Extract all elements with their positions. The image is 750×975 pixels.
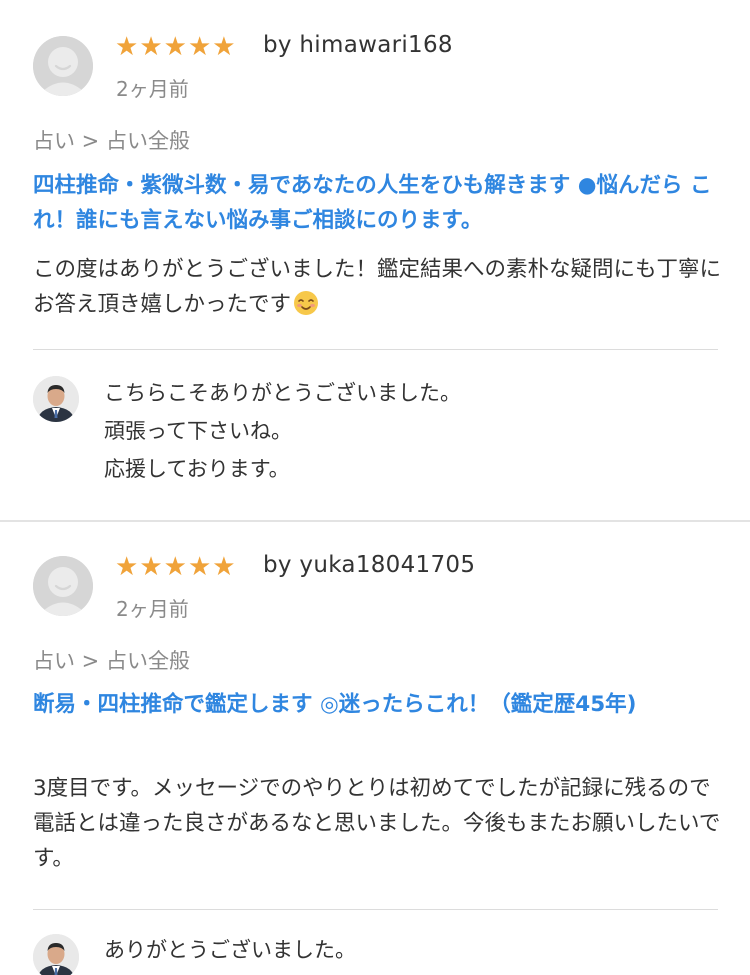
review-card: ★ ★ ★ ★ ★ by yuka18041705 2ヶ月前 占い > 占い全般…: [0, 522, 750, 975]
category-breadcrumb[interactable]: 占い > 占い全般: [33, 645, 190, 675]
review-body: この度はありがとうございました！鑑定結果への素朴な疑問にも丁寧にお答え頂き嬉しか…: [33, 252, 723, 322]
seller-photo-icon: [33, 376, 79, 422]
star-icon: ★: [187, 552, 212, 582]
star-icon: ★: [163, 552, 187, 582]
star-icon: ★: [115, 32, 139, 62]
star-rating: ★ ★ ★ ★ ★: [115, 34, 236, 60]
reviewer-name: by yuka18041705: [263, 552, 476, 578]
service-title-link[interactable]: 四柱推命・紫微斗数・易であなたの人生をひも解きます ●悩んだら これ！誰にも言え…: [33, 168, 723, 238]
review-card: ★ ★ ★ ★ ★ by himawari168 2ヶ月前 占い > 占い全般 …: [0, 0, 750, 520]
reply-line: ありがとうございました。: [104, 938, 356, 962]
review-date: 2ヶ月前: [116, 597, 189, 621]
reply-divider: [33, 349, 718, 350]
reviewer-avatar[interactable]: [33, 36, 93, 96]
category-breadcrumb[interactable]: 占い > 占い全般: [33, 125, 190, 155]
reply-line: 応援しております。: [104, 457, 290, 481]
reply-line: 頑張って下さいね。: [104, 419, 292, 443]
star-icon: ★: [212, 552, 236, 582]
star-rating: ★ ★ ★ ★ ★: [115, 554, 236, 580]
star-icon: ★: [163, 32, 187, 62]
seller-avatar[interactable]: [33, 934, 79, 975]
star-icon: ★: [187, 32, 212, 62]
service-title-link[interactable]: 断易・四柱推命で鑑定します ◎迷ったらこれ！（鑑定歴45年): [33, 687, 723, 722]
seller-reply: ありがとうございました。: [104, 931, 724, 969]
review-body: 3度目です。メッセージでのやりとりは初めてでしたが記録に残るので電話とは違った良…: [33, 776, 721, 871]
default-user-icon: [33, 36, 93, 96]
star-icon: ★: [212, 32, 236, 62]
reply-line: こちらこそありがとうございました。: [104, 381, 461, 405]
star-icon: ★: [139, 552, 163, 582]
review-body-text: この度はありがとうございました！鑑定結果への素朴な疑問にも丁寧にお答え頂き嬉しか…: [33, 257, 722, 317]
default-user-icon: [33, 556, 93, 616]
smiling-face-icon: [294, 291, 319, 315]
seller-photo-icon: [33, 934, 79, 975]
seller-reply: こちらこそありがとうございました。 頑張って下さいね。 応援しております。: [104, 374, 724, 488]
reply-divider: [33, 909, 718, 910]
review-date: 2ヶ月前: [116, 77, 189, 101]
star-icon: ★: [139, 32, 163, 62]
reviewer-avatar[interactable]: [33, 556, 93, 616]
seller-avatar[interactable]: [33, 376, 79, 422]
reviewer-name: by himawari168: [263, 32, 453, 58]
star-icon: ★: [115, 552, 139, 582]
